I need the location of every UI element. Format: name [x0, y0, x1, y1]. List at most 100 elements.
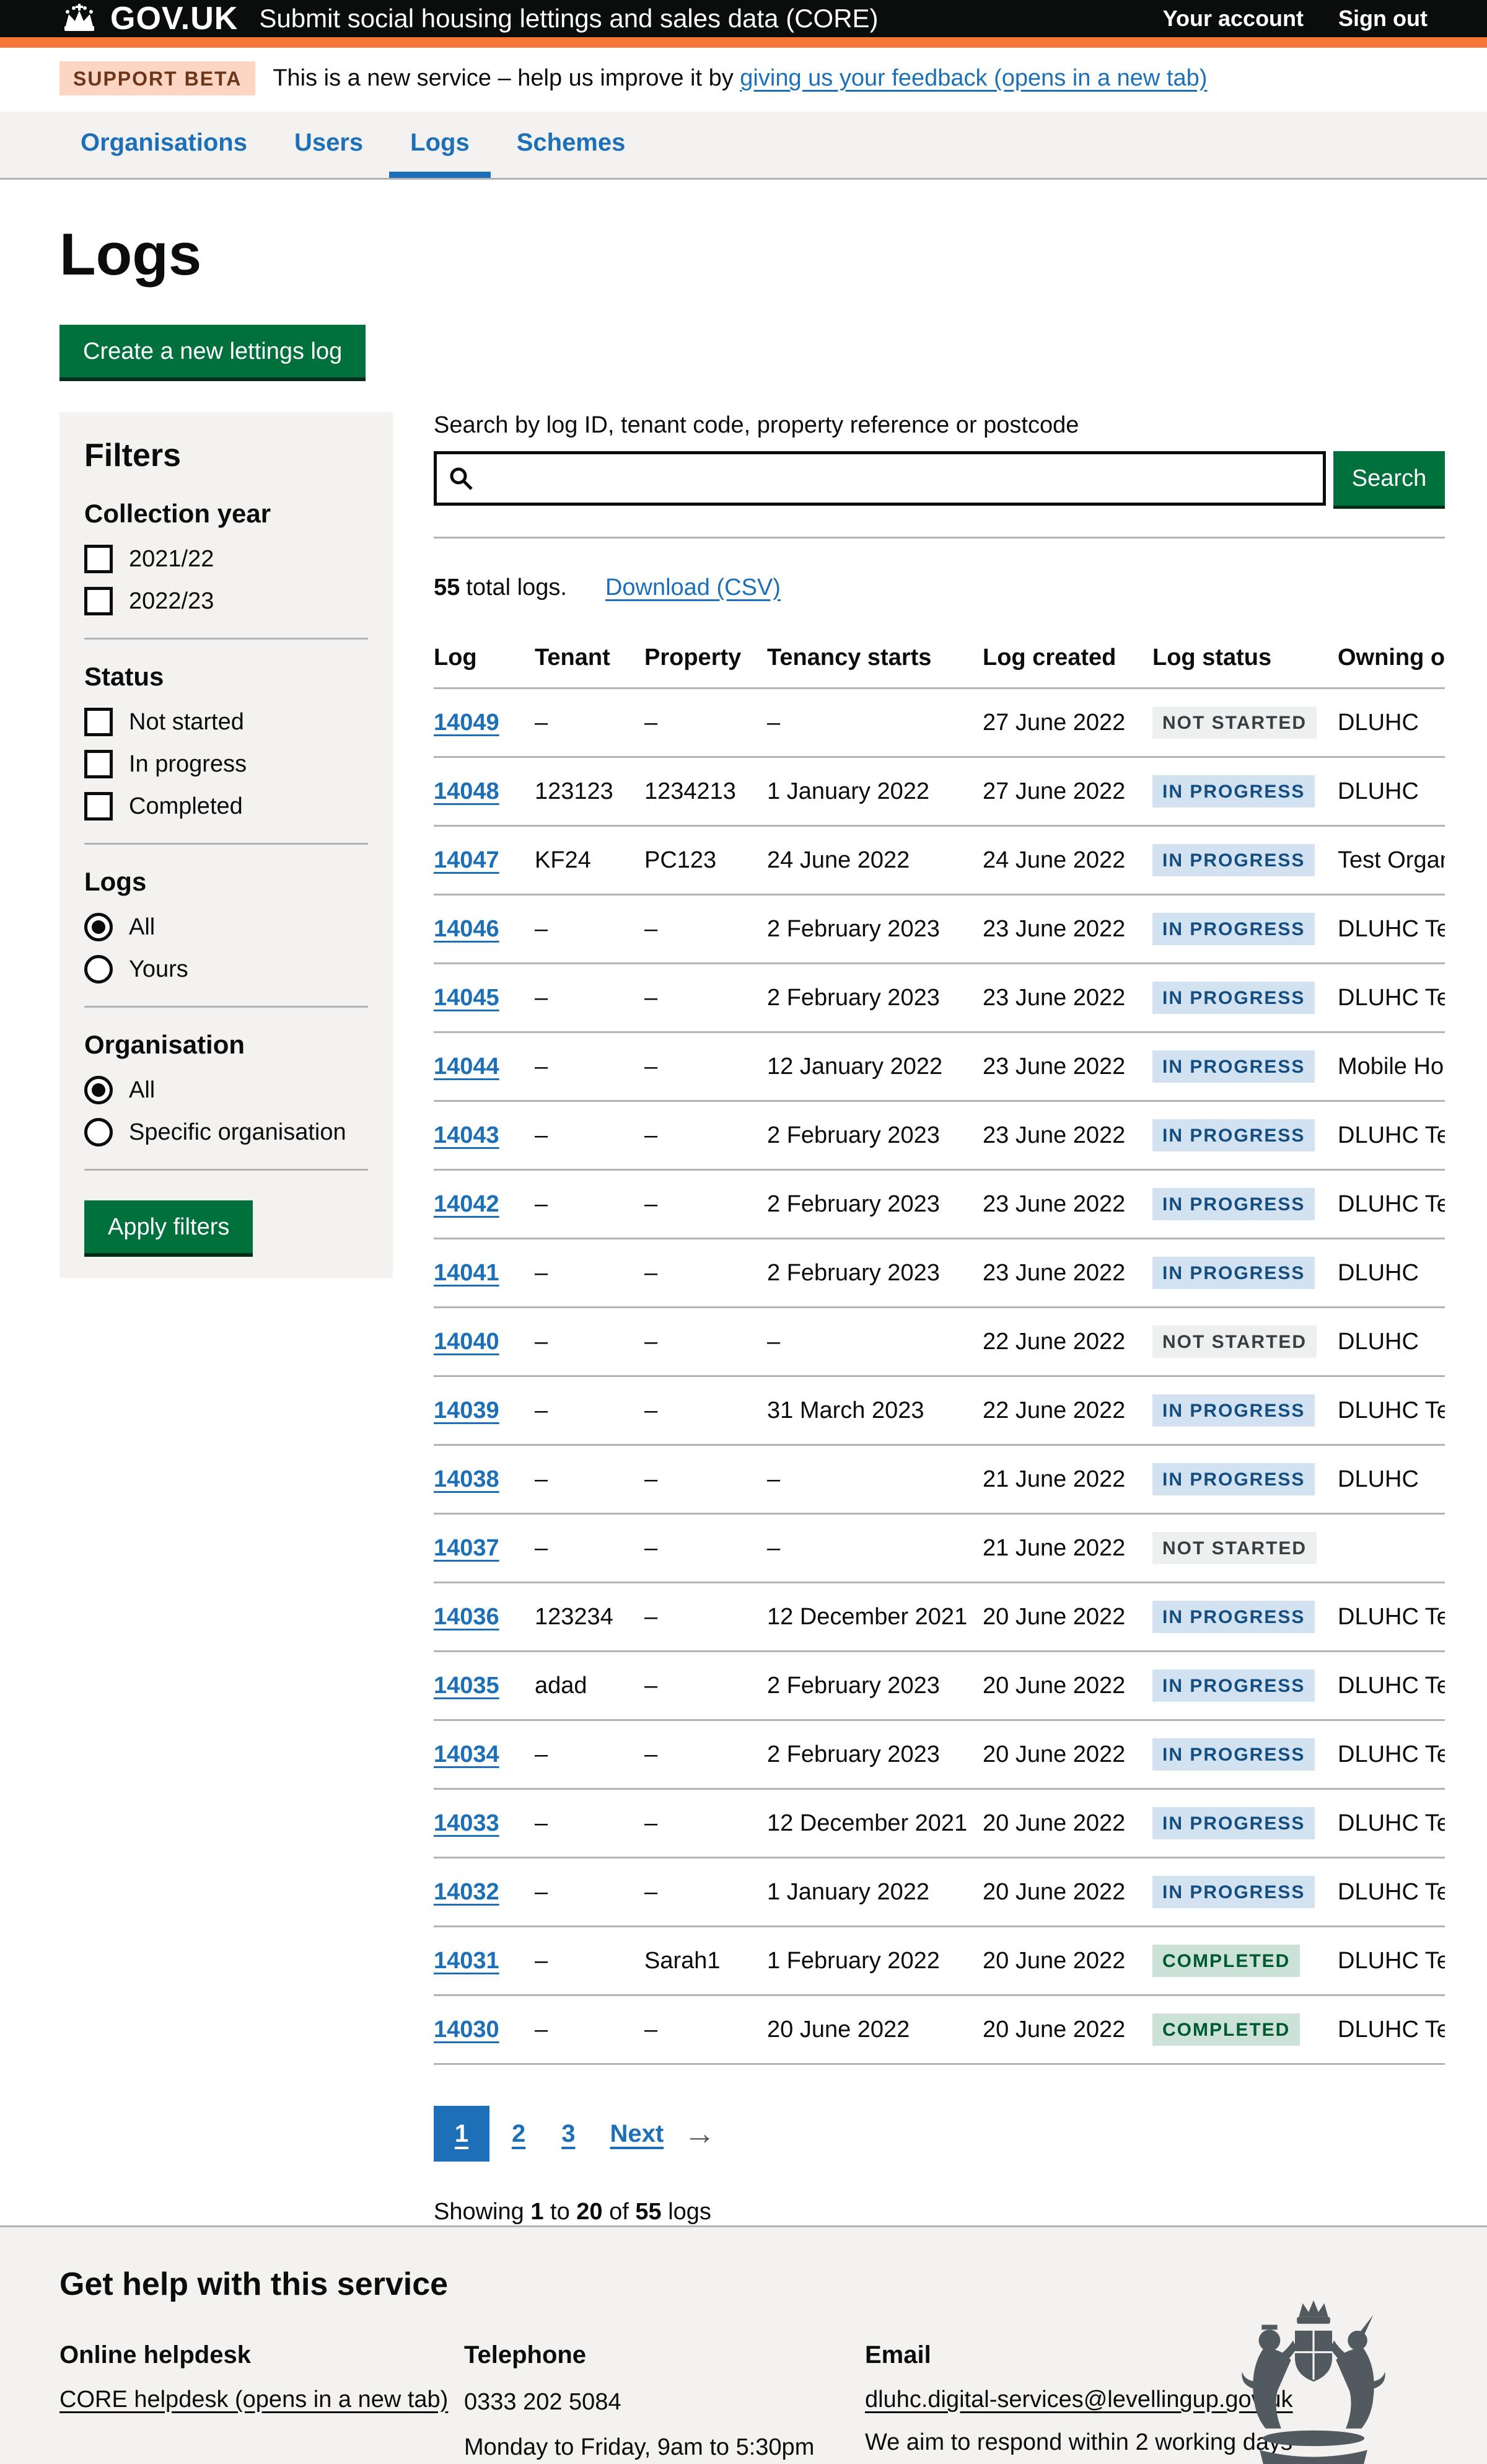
cell-log-status: IN PROGRESS [1152, 1376, 1338, 1445]
log-link-14047[interactable]: 14047 [434, 847, 499, 873]
search-button[interactable]: Search [1333, 451, 1445, 506]
radio-control-specific-organisation[interactable] [84, 1118, 113, 1146]
cell-tenant: – [535, 1376, 644, 1445]
cell-tenancy-starts: 1 February 2022 [767, 1927, 983, 1995]
cell-log-status: IN PROGRESS [1152, 1720, 1338, 1789]
apply-filters-button[interactable]: Apply filters [84, 1200, 253, 1253]
cell-tenancy-starts: 2 February 2023 [767, 1170, 983, 1239]
cell-log-created: 23 June 2022 [983, 895, 1152, 964]
log-link-14039[interactable]: 14039 [434, 1397, 499, 1423]
checkbox-option-completed[interactable]: Completed [84, 792, 368, 821]
radio-control-yours[interactable] [84, 955, 113, 983]
log-link-14030[interactable]: 14030 [434, 2017, 499, 2043]
checkbox-option-2022-23[interactable]: 2022/23 [84, 587, 368, 615]
search-label: Search by log ID, tenant code, property … [434, 412, 1445, 439]
radio-label-all[interactable]: All [129, 1077, 155, 1104]
cell-property: – [644, 1445, 767, 1514]
checkbox-control-completed[interactable] [84, 792, 113, 821]
nav-link-users[interactable]: Users [273, 112, 384, 178]
status-badge: IN PROGRESS [1152, 1050, 1315, 1083]
search-input[interactable] [434, 451, 1326, 506]
log-link-14035[interactable]: 14035 [434, 1673, 499, 1699]
your-account-link[interactable]: Your account [1163, 6, 1304, 32]
download-csv-link[interactable]: Download (CSV) [605, 574, 781, 601]
cell-tenant: – [535, 1445, 644, 1514]
cell-log-status: IN PROGRESS [1152, 1101, 1338, 1170]
radio-label-specific-organisation[interactable]: Specific organisation [129, 1119, 346, 1146]
cell-owning-organisation: DLUHC [1338, 1445, 1445, 1514]
cell-tenant: – [535, 1789, 644, 1858]
log-link-14041[interactable]: 14041 [434, 1260, 499, 1286]
pagination-page-3[interactable]: 3 [548, 2120, 589, 2148]
radio-option-specific-organisation[interactable]: Specific organisation [84, 1118, 368, 1146]
log-link-14045[interactable]: 14045 [434, 985, 499, 1011]
log-link-14031[interactable]: 14031 [434, 1948, 499, 1974]
log-link-14037[interactable]: 14037 [434, 1535, 499, 1561]
checkbox-label-in-progress[interactable]: In progress [129, 751, 247, 778]
radio-option-yours[interactable]: Yours [84, 955, 368, 983]
feedback-link[interactable]: giving us your feedback (opens in a new … [740, 65, 1207, 91]
cell-log-created: 21 June 2022 [983, 1514, 1152, 1583]
radio-option-all[interactable]: All [84, 913, 368, 941]
results-count-line: 55 total logs. Download (CSV) [434, 574, 1445, 601]
nav-link-organisations[interactable]: Organisations [59, 112, 268, 178]
checkbox-option-not-started[interactable]: Not started [84, 708, 368, 736]
cell-owning-organisation: DLUHC Test [1338, 1858, 1445, 1927]
radio-control-all[interactable] [84, 1076, 113, 1104]
log-link-14043[interactable]: 14043 [434, 1122, 499, 1148]
cell-log-status: IN PROGRESS [1152, 1032, 1338, 1101]
log-link-14040[interactable]: 14040 [434, 1329, 499, 1355]
log-link-14046[interactable]: 14046 [434, 916, 499, 942]
pagination-page-2[interactable]: 2 [498, 2120, 539, 2148]
checkbox-control-2021-22[interactable] [84, 545, 113, 573]
cell-owning-organisation: DLUHC Test [1338, 964, 1445, 1032]
cell-property: – [644, 1652, 767, 1720]
checkbox-control-not-started[interactable] [84, 708, 113, 736]
log-link-14048[interactable]: 14048 [434, 778, 499, 804]
checkbox-option-2021-22[interactable]: 2021/22 [84, 545, 368, 573]
govuk-logo-link[interactable]: GOV.UK [59, 0, 238, 37]
nav-link-logs[interactable]: Logs [389, 112, 491, 178]
checkbox-control-2022-23[interactable] [84, 587, 113, 615]
results-column: Search by log ID, tenant code, property … [434, 412, 1445, 2225]
cell-tenancy-starts: 2 February 2023 [767, 1239, 983, 1308]
sign-out-link[interactable]: Sign out [1338, 6, 1428, 32]
log-link-14036[interactable]: 14036 [434, 1604, 499, 1630]
cell-tenancy-starts: 2 February 2023 [767, 964, 983, 1032]
cell-log-created: 20 June 2022 [983, 1789, 1152, 1858]
checkbox-label-not-started[interactable]: Not started [129, 709, 244, 736]
pagination-next-link[interactable]: Next [610, 2120, 664, 2148]
core-helpdesk-link[interactable]: CORE helpdesk (opens in a new tab) [59, 2387, 448, 2413]
radio-label-yours[interactable]: Yours [129, 956, 188, 983]
cell-tenant: adad [535, 1652, 644, 1720]
cell-log-status: IN PROGRESS [1152, 757, 1338, 826]
checkbox-option-in-progress[interactable]: In progress [84, 750, 368, 778]
cell-log-created: 20 June 2022 [983, 1583, 1152, 1652]
radio-option-all[interactable]: All [84, 1076, 368, 1104]
cell-log-status: COMPLETED [1152, 1995, 1338, 2064]
cell-owning-organisation: DLUHC [1338, 689, 1445, 757]
service-name-link[interactable]: Submit social housing lettings and sales… [259, 4, 878, 33]
showing-suffix: logs [662, 2199, 711, 2225]
log-link-14042[interactable]: 14042 [434, 1191, 499, 1217]
log-link-14049[interactable]: 14049 [434, 710, 499, 736]
radio-control-all[interactable] [84, 913, 113, 941]
nav-tab-organisations: Organisations [59, 112, 268, 178]
showing-prefix: Showing [434, 2199, 530, 2225]
nav-link-schemes[interactable]: Schemes [496, 112, 647, 178]
log-link-14034[interactable]: 14034 [434, 1741, 499, 1767]
log-link-14033[interactable]: 14033 [434, 1810, 499, 1836]
status-badge: COMPLETED [1152, 2013, 1300, 2046]
create-lettings-log-button[interactable]: Create a new lettings log [59, 325, 366, 377]
checkbox-label-completed[interactable]: Completed [129, 793, 243, 820]
checkbox-label-2021-22[interactable]: 2021/22 [129, 546, 214, 573]
cell-log-status: IN PROGRESS [1152, 964, 1338, 1032]
checkbox-control-in-progress[interactable] [84, 750, 113, 778]
table-row: 14042––2 February 202323 June 2022IN PRO… [434, 1170, 1445, 1239]
log-link-14032[interactable]: 14032 [434, 1879, 499, 1905]
log-link-14044[interactable]: 14044 [434, 1054, 499, 1080]
radio-label-all[interactable]: All [129, 914, 155, 941]
table-row: 14031–Sarah11 February 202220 June 2022C… [434, 1927, 1445, 1995]
checkbox-label-2022-23[interactable]: 2022/23 [129, 588, 214, 615]
log-link-14038[interactable]: 14038 [434, 1466, 499, 1492]
